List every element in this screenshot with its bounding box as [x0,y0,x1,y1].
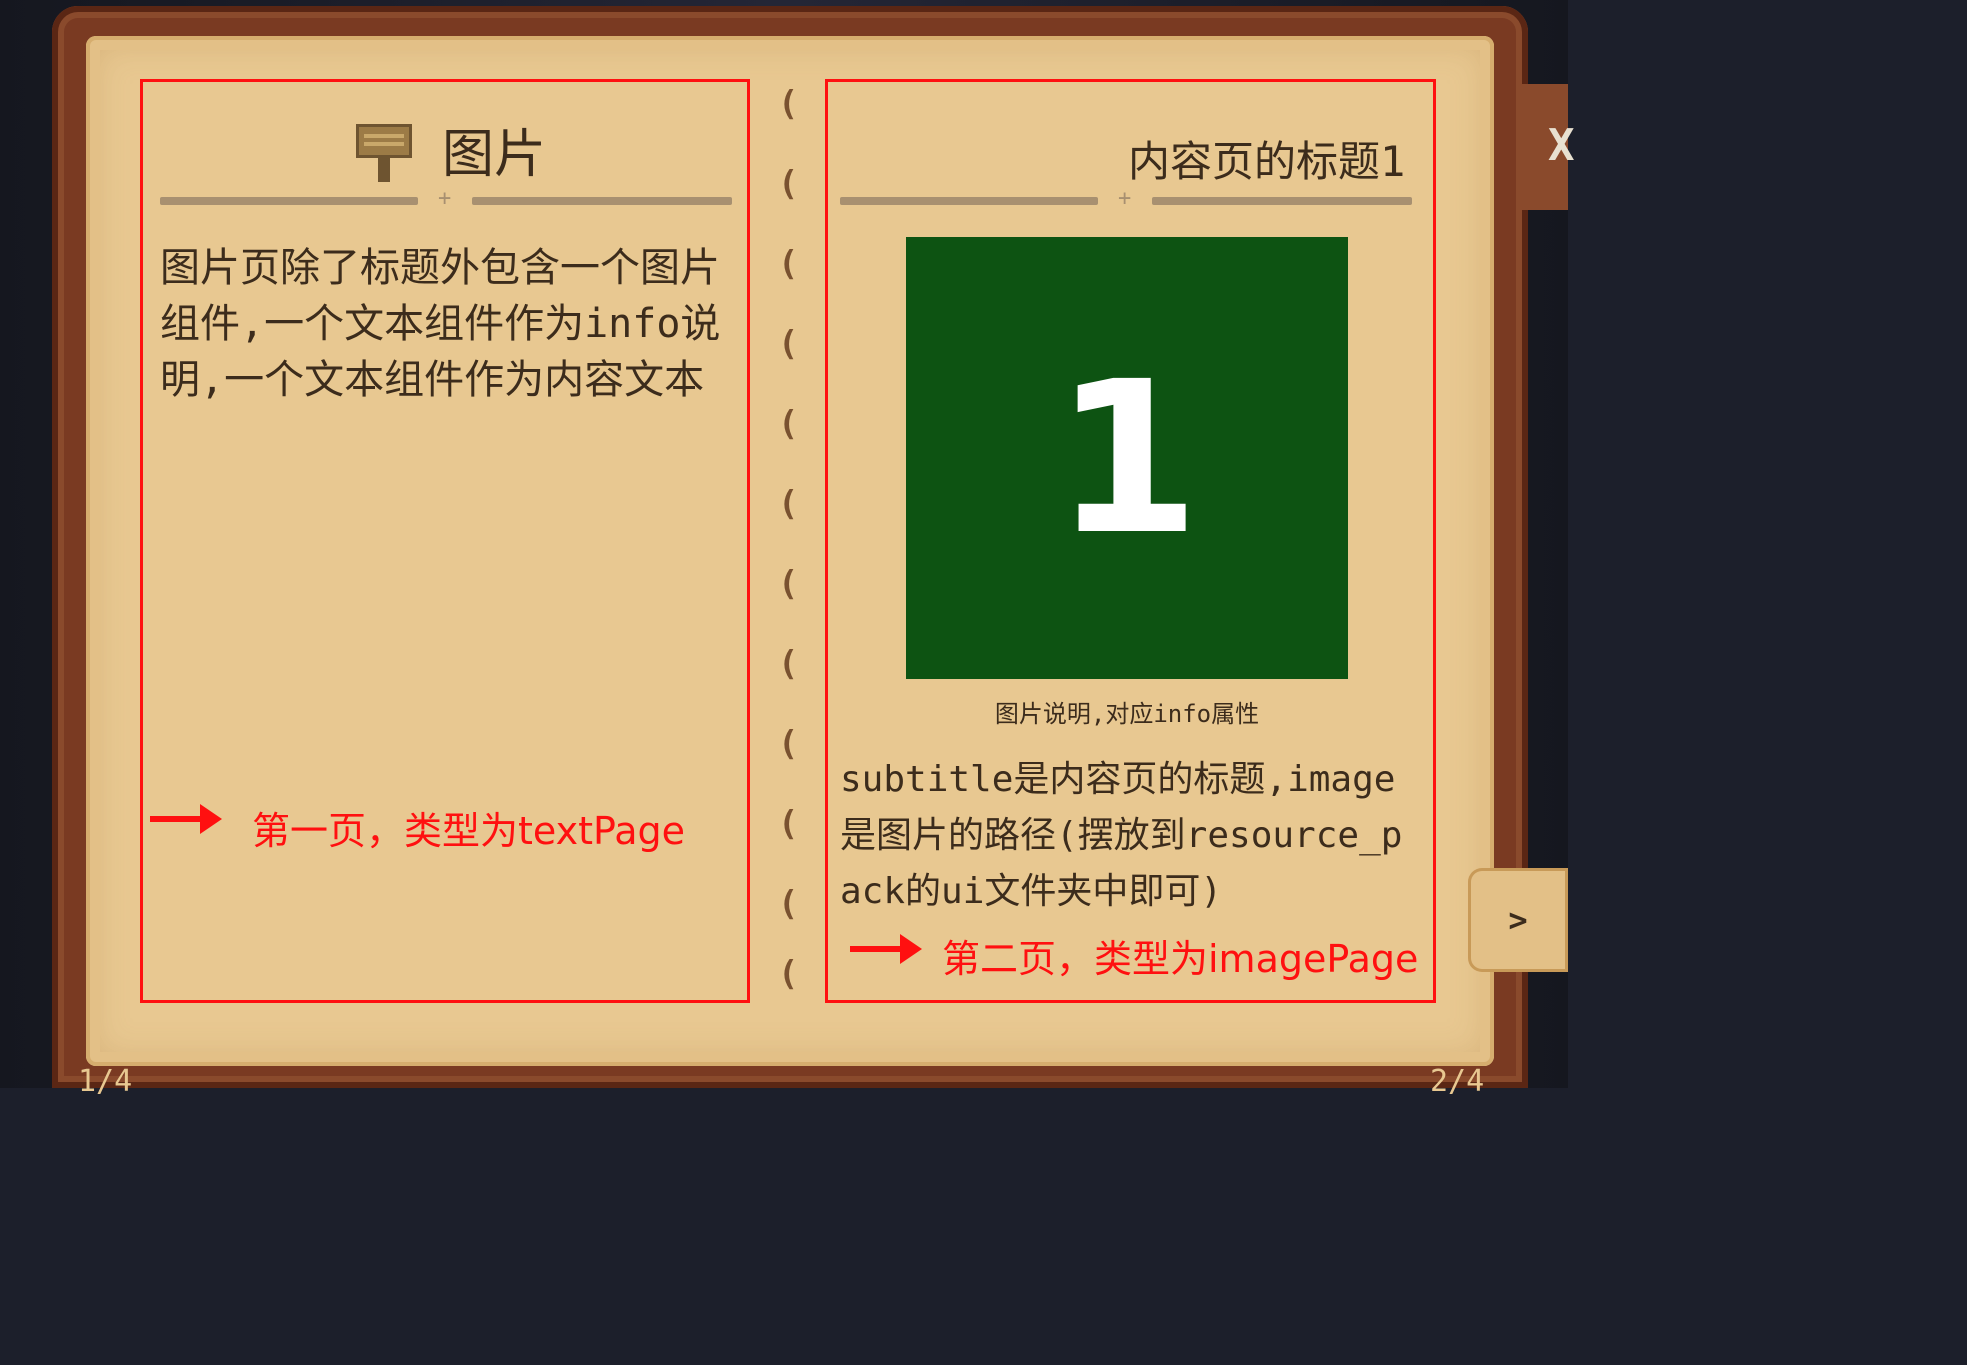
left-title-divider: + [160,186,736,211]
ring-icon: ( [778,884,799,924]
right-page-body: subtitle是内容页的标题,image是图片的路径(摆放到resource_… [840,759,1403,912]
sign-post-icon [356,124,412,182]
right-page-title: 内容页的标题1 [1128,137,1406,186]
left-page-annotation: 第一页，类型为textPage [252,809,685,853]
right-page-number: 2/4 [1430,1064,1485,1099]
ring-icon: ( [778,244,799,284]
spine-rings: ( ( ( ( ( ( ( ( ( ( ( ( [772,84,808,1024]
sign-board [356,124,412,158]
image-number: 1 [1053,335,1201,581]
chevron-right-icon[interactable]: > [1508,901,1527,939]
right-title-divider: + [840,186,1416,211]
close-icon[interactable]: X [1548,120,1575,171]
ring-icon: ( [778,724,799,764]
ring-icon: ( [778,804,799,844]
ring-icon: ( [778,954,799,994]
left-page-highlight [140,79,750,1003]
left-page-title: 图片 [442,125,547,185]
right-page-annotation: 第二页，类型为imagePage [942,937,1419,981]
ring-icon: ( [778,564,799,604]
ring-icon: ( [778,404,799,444]
ring-icon: ( [778,84,799,124]
ring-icon: ( [778,324,799,364]
ring-icon: ( [778,164,799,204]
content-image: 1 [906,237,1348,679]
image-caption: 图片说明,对应info属性 [994,700,1260,728]
left-page-body: 图片页除了标题外包含一个图片组件,一个文本组件作为info说明,一个文本组件作为… [160,245,721,403]
ring-icon: ( [778,644,799,684]
annotation-arrow [850,934,922,964]
ring-icon: ( [778,484,799,524]
next-page-button[interactable]: > [1468,868,1568,972]
left-page-number: 1/4 [78,1064,133,1099]
sign-post [378,158,390,182]
annotation-arrow [150,804,222,834]
